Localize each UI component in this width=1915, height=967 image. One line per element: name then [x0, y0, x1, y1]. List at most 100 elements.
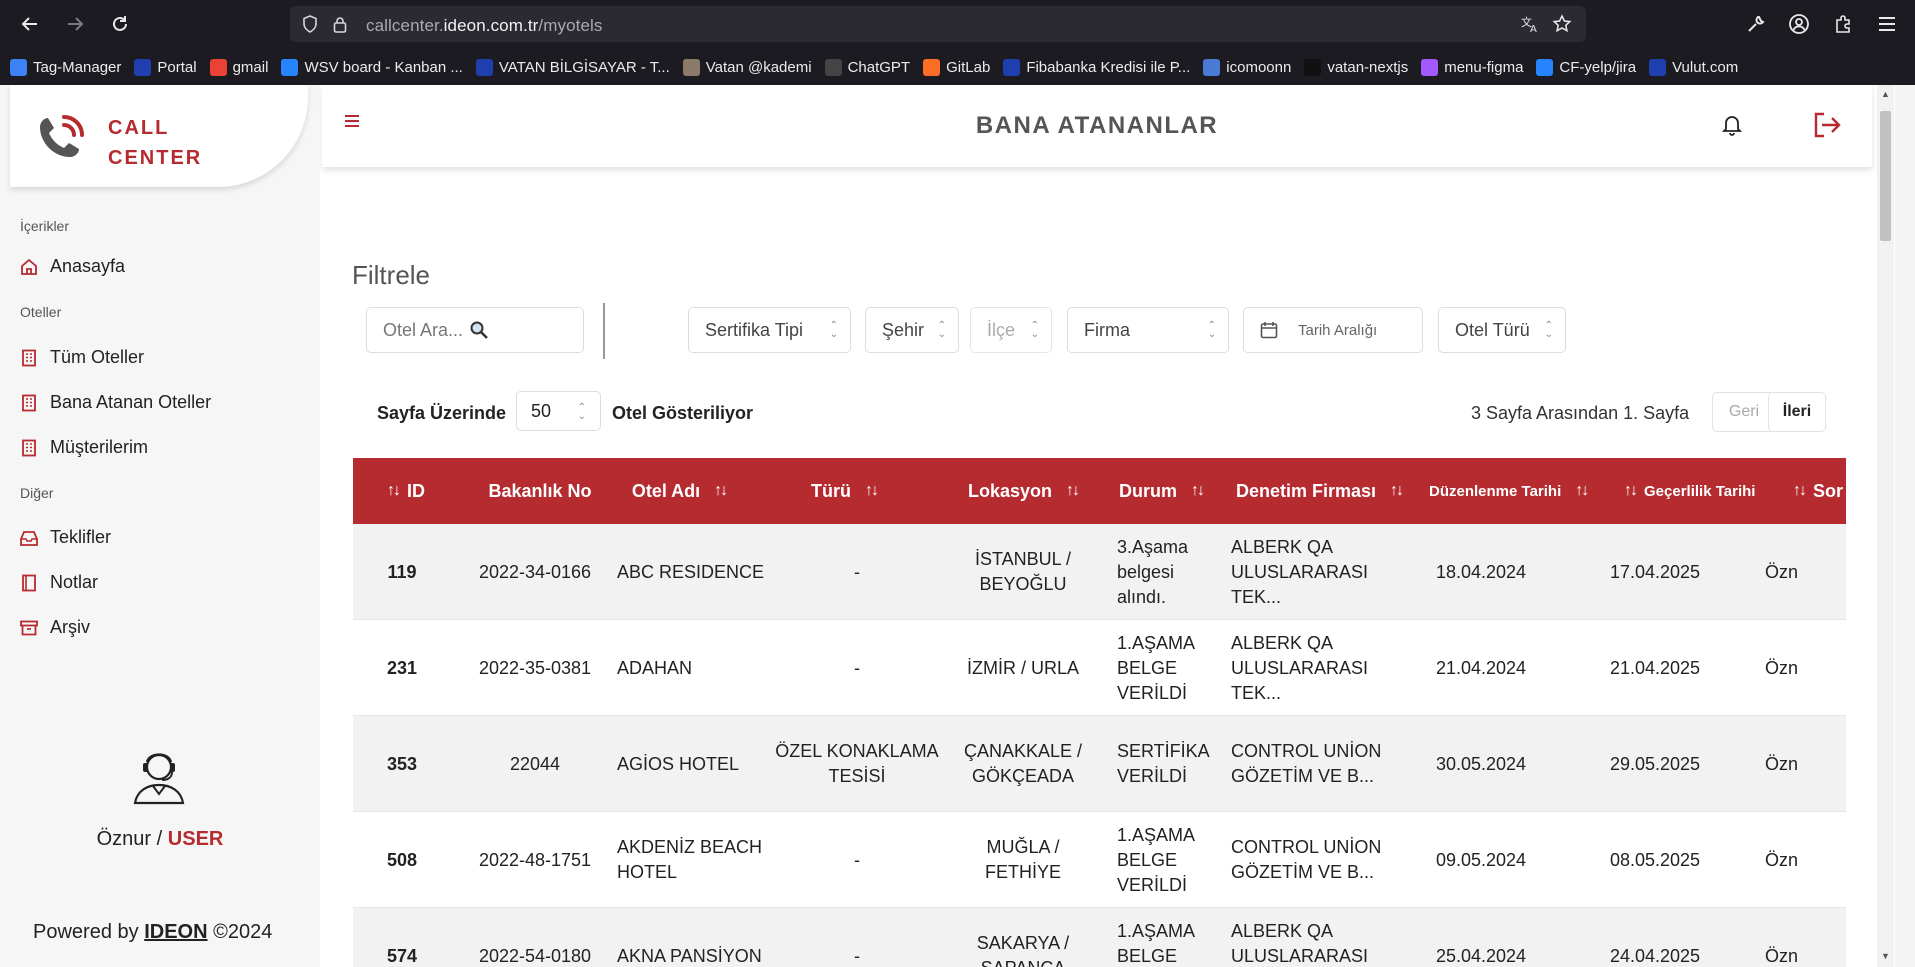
- sort-icon[interactable]: ↑↓: [1793, 482, 1807, 500]
- cell-owner: Özn: [1765, 524, 1845, 620]
- lock-icon[interactable]: [330, 14, 350, 34]
- column-header[interactable]: Bakanlık No: [465, 458, 615, 524]
- table-row[interactable]: 508 2022-48-1751 AKDENİZ BEACH HOTEL - MUĞLA…: [353, 812, 1846, 908]
- hotel-search-input[interactable]: Otel Ara...: [366, 307, 584, 353]
- bookmark-item[interactable]: gmail: [209, 58, 268, 76]
- main-content: BANA ATANANLAR Filtrele Otel Ara... Sert…: [320, 85, 1895, 967]
- next-page-button[interactable]: İleri: [1768, 392, 1826, 432]
- bookmark-item[interactable]: Fibabanka Kredisi ile P...: [1003, 58, 1191, 76]
- chevron-up-down-icon: ⌃ ⌄: [1544, 320, 1553, 340]
- bookmark-item[interactable]: WSV board - Kanban ...: [281, 58, 463, 76]
- scroll-down-icon[interactable]: ▼: [1880, 951, 1891, 961]
- sidebar-item-customers[interactable]: Müşterilerim: [20, 437, 148, 458]
- sidebar-item-archive[interactable]: Arşiv: [20, 617, 90, 638]
- certificate-type-select[interactable]: Sertifika Tipi ⌃ ⌄: [688, 307, 851, 353]
- column-header[interactable]: ↑↓ Sor: [1793, 458, 1846, 524]
- bookmark-item[interactable]: Portal: [134, 58, 197, 76]
- cell-text: AGİOS HOTEL: [617, 753, 740, 774]
- sidebar-item-notes[interactable]: Notlar: [20, 572, 98, 593]
- star-icon[interactable]: [1552, 14, 1572, 34]
- bookmark-item[interactable]: GitLab: [923, 58, 990, 76]
- sort-icon[interactable]: ↑↓: [1624, 482, 1638, 500]
- sidebar-item-label: Teklifler: [50, 527, 112, 547]
- bookmark-item[interactable]: Tag-Manager: [10, 58, 121, 76]
- url-text[interactable]: callcenter.ideon.com.tr/myotels: [366, 16, 603, 36]
- bookmark-item[interactable]: CF-yelp/jira: [1536, 58, 1636, 76]
- column-header[interactable]: Lokasyon ↑↓: [947, 458, 1099, 524]
- city-select[interactable]: Şehir ⌃ ⌄: [865, 307, 959, 353]
- sort-icon[interactable]: ↑↓: [865, 482, 879, 500]
- cell-text: İSTANBUL / BEYOĞLU: [974, 549, 1072, 594]
- forward-arrow-icon[interactable]: [61, 10, 89, 38]
- column-header-label: Durum: [1119, 480, 1177, 501]
- bookmark-item[interactable]: Vatan @kademi: [682, 58, 812, 76]
- prev-page-button[interactable]: Geri: [1712, 392, 1776, 432]
- cell-text: Özn: [1765, 561, 1799, 582]
- powered-by-brand-link[interactable]: IDEON: [144, 921, 207, 943]
- bookmark-item[interactable]: icomoonn: [1203, 58, 1291, 76]
- bookmark-item[interactable]: ChatGPT: [824, 58, 910, 76]
- sidebar-item-offers[interactable]: Teklifler: [20, 527, 111, 548]
- date-range-picker[interactable]: Tarih Aralığı: [1243, 307, 1423, 353]
- column-header[interactable]: Denetim Firması ↑↓: [1236, 458, 1436, 524]
- extensions-icon[interactable]: [1830, 11, 1856, 37]
- bookmark-label: Fibabanka Kredisi ile P...: [1026, 58, 1191, 76]
- per-page-value: 50: [531, 401, 552, 421]
- column-header[interactable]: Düzenlenme Tarihi ↑↓: [1429, 458, 1609, 524]
- bookmark-label: menu-figma: [1444, 58, 1524, 76]
- sidebar-item-home[interactable]: Anasayfa: [20, 256, 125, 277]
- cell-owner: Özn: [1765, 812, 1845, 908]
- bookmark-item[interactable]: VATAN BİLGİSAYAR - T...: [475, 58, 670, 76]
- address-bar[interactable]: callcenter.ideon.com.tr/myotels 文A: [290, 6, 1586, 42]
- table-row[interactable]: 231 2022-35-0381 ADAHAN - İZMİR / URLA 1.AŞAM…: [353, 620, 1846, 716]
- bell-icon[interactable]: [1721, 114, 1743, 136]
- table-row[interactable]: 119 2022-34-0166 ABC RESIDENCE - İSTANBUL / …: [353, 524, 1846, 620]
- column-header[interactable]: Otel Adı ↑↓: [599, 458, 759, 524]
- section-contents-label: İçerikler: [20, 218, 70, 234]
- cell-text: 2022-35-0381: [478, 657, 592, 678]
- figma-icon: [1421, 58, 1439, 76]
- bookmark-label: VATAN BİLGİSAYAR - T...: [498, 58, 670, 76]
- company-select[interactable]: Firma ⌃ ⌄: [1067, 307, 1229, 353]
- page-scrollbar[interactable]: ▲ ▼: [1877, 85, 1894, 967]
- cell-owner: Özn: [1765, 908, 1845, 967]
- cell-status: 1.AŞAMA BELGE VERİLDİ: [1117, 908, 1217, 967]
- back-arrow-icon[interactable]: [16, 10, 44, 38]
- filter-divider: [603, 303, 605, 359]
- wrench-icon[interactable]: [1743, 11, 1769, 37]
- cell-status: 1.AŞAMA BELGE VERİLDİ: [1117, 812, 1217, 908]
- hotel-type-select[interactable]: Otel Türü ⌃ ⌄: [1438, 307, 1566, 353]
- column-header[interactable]: Durum ↑↓: [1119, 458, 1229, 524]
- shield-icon[interactable]: [300, 14, 320, 34]
- sort-icon[interactable]: ↑↓: [714, 482, 728, 500]
- scroll-up-icon[interactable]: ▲: [1880, 89, 1891, 99]
- sidebar-item-assigned-hotels[interactable]: Bana Atanan Oteller: [20, 392, 211, 413]
- translate-icon[interactable]: 文A: [1520, 14, 1540, 34]
- jira-icon: [1536, 58, 1554, 76]
- bookmark-label: vatan-nextjs: [1327, 58, 1409, 76]
- reload-icon[interactable]: [106, 10, 134, 38]
- cell-text: İZMİR / URLA: [966, 657, 1079, 678]
- sidebar-item-all-hotels[interactable]: Tüm Oteller: [20, 347, 144, 368]
- column-header[interactable]: Türü ↑↓: [789, 458, 899, 524]
- district-select[interactable]: İlçe ⌃ ⌄: [970, 307, 1052, 353]
- logout-icon[interactable]: [1812, 111, 1842, 139]
- sort-icon[interactable]: ↑↓: [1191, 482, 1205, 500]
- sort-icon[interactable]: ↑↓: [1066, 482, 1080, 500]
- table-row[interactable]: 574 2022-54-0180 AKNA PANSİYON - SAKARYA / S…: [353, 908, 1846, 967]
- sort-icon[interactable]: ↑↓: [387, 482, 401, 500]
- account-icon[interactable]: [1786, 11, 1812, 37]
- sidebar-item-label: Tüm Oteller: [50, 347, 145, 367]
- cell-text: SERTİFİKA VERİLDİ: [1117, 741, 1209, 786]
- bookmark-item[interactable]: Vulut.com: [1649, 58, 1738, 76]
- menu-icon[interactable]: [1874, 11, 1900, 37]
- column-header-label: Sor: [1813, 480, 1844, 501]
- table-row[interactable]: 353 22044 AGİOS HOTEL ÖZEL KONAKLAMA TESİSİ…: [353, 716, 1846, 812]
- bookmark-item[interactable]: menu-figma: [1421, 58, 1524, 76]
- scroll-thumb[interactable]: [1880, 111, 1891, 241]
- logo[interactable]: CALL CENTER: [10, 85, 308, 187]
- per-page-select[interactable]: 50 ⌃ ⌄: [516, 391, 601, 431]
- bookmark-item[interactable]: vatan-nextjs: [1304, 58, 1409, 76]
- sort-icon[interactable]: ↑↓: [1575, 482, 1589, 500]
- sort-icon[interactable]: ↑↓: [1390, 482, 1404, 500]
